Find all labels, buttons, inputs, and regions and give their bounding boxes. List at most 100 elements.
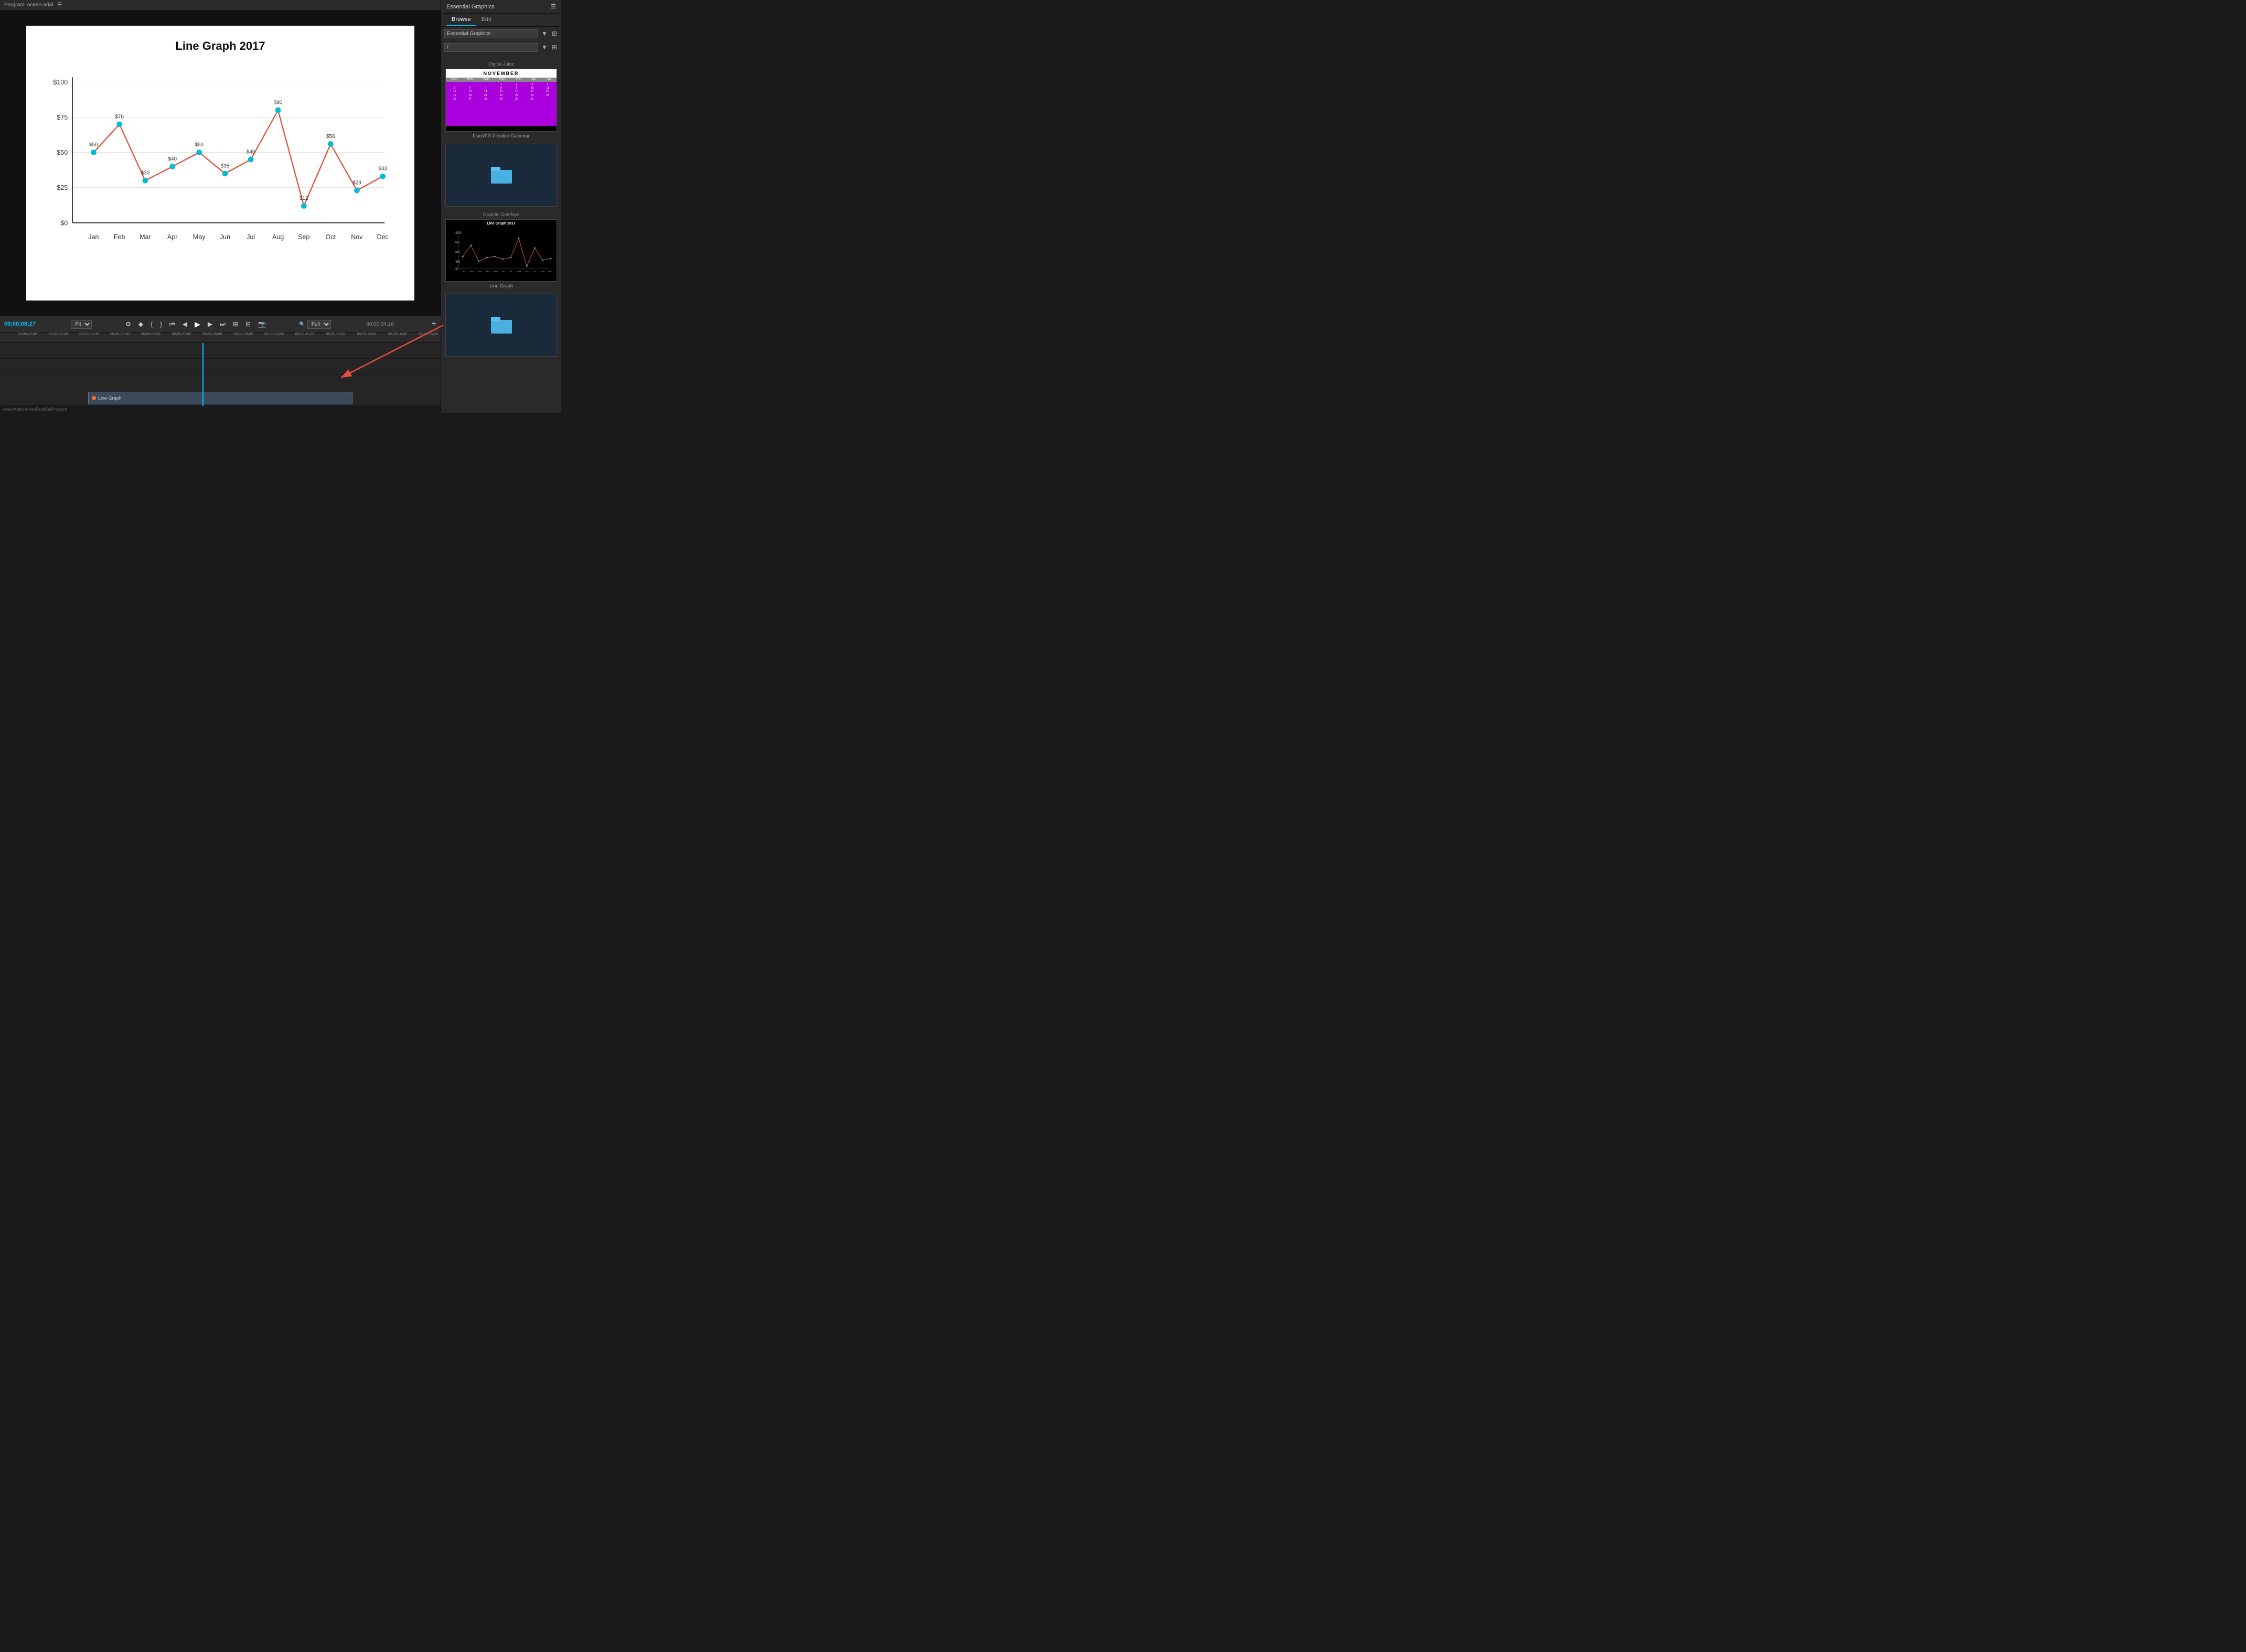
svg-text:May: May bbox=[193, 233, 206, 241]
svg-text:$25: $25 bbox=[57, 184, 68, 191]
time-mark-10: 00;00;11;00 bbox=[295, 332, 314, 336]
calendar-thumb: NOVEMBER SUNMONTUEWEDTHUFRISAT 1234 5678… bbox=[445, 69, 557, 132]
camera-btn[interactable]: 📷 bbox=[256, 319, 268, 329]
graphics-item-line-graph[interactable]: Line Graph 2017 $100 $75 $50 $25 $0 bbox=[445, 219, 557, 289]
track-row-1 bbox=[0, 343, 441, 359]
current-time-display: 00;00;08;27 bbox=[0, 321, 40, 327]
graphics-scroll[interactable]: Digital-Juice NOVEMBER SUNMONTUEWEDTHUFR… bbox=[441, 54, 561, 413]
svg-text:Nov: Nov bbox=[351, 233, 363, 241]
time-mark-11: 00;00;12;00 bbox=[326, 332, 346, 336]
insert-btn[interactable]: ⊞ bbox=[231, 319, 240, 329]
track-row-2 bbox=[0, 359, 441, 374]
panel-menu-icon[interactable]: ☰ bbox=[551, 3, 556, 10]
chart-area: $100 $75 $50 $25 $0 bbox=[42, 58, 399, 280]
svg-text:Feb: Feb bbox=[470, 270, 474, 272]
svg-text:$33: $33 bbox=[378, 166, 387, 172]
dropdown-menu-btn[interactable]: ▼ bbox=[540, 29, 549, 38]
svg-text:$56: $56 bbox=[326, 134, 335, 140]
mini-chart-svg: $100 $75 $50 $25 $0 bbox=[448, 227, 554, 273]
dropdown-2-menu-btn[interactable]: ▼ bbox=[540, 42, 549, 52]
tab-browse[interactable]: Browse bbox=[446, 14, 476, 26]
next-frame-btn[interactable]: ⏭ bbox=[218, 319, 228, 329]
svg-text:$75: $75 bbox=[455, 241, 460, 244]
svg-text:Jan: Jan bbox=[462, 270, 465, 272]
time-mark-7: 00;00;08;00 bbox=[202, 332, 222, 336]
timeline-ruler: 00;00;02;00 00;00;03;00 00;00;04;00 00;0… bbox=[0, 332, 441, 343]
graphics-item-calendar[interactable]: NOVEMBER SUNMONTUEWEDTHUFRISAT 1234 5678… bbox=[445, 69, 557, 138]
graphics-item-folder-1[interactable] bbox=[445, 144, 557, 207]
folder-2-icon bbox=[491, 317, 512, 334]
right-panel: Essential Graphics ☰ Browse Edit Essenti… bbox=[441, 0, 561, 413]
panel-tabs: Browse Edit bbox=[441, 14, 561, 27]
svg-text:$50: $50 bbox=[195, 142, 204, 148]
track-row-clip: Line Graph bbox=[0, 390, 441, 406]
add-btn[interactable]: + bbox=[430, 318, 438, 330]
time-mark-2: 00;00;03;00 bbox=[48, 332, 68, 336]
svg-text:$70: $70 bbox=[115, 114, 124, 120]
svg-text:May: May bbox=[494, 270, 498, 272]
status-bar: www.MotionArrayFinalCutPro.com bbox=[0, 406, 441, 413]
line-graph-mini: Line Graph 2017 $100 $75 $50 $25 $0 bbox=[446, 220, 557, 282]
tab-edit[interactable]: Edit bbox=[476, 14, 497, 26]
time-mark-14: 00;00;15;00 bbox=[419, 332, 438, 336]
step-fwd-btn[interactable]: ▶ bbox=[206, 319, 215, 329]
fit-select[interactable]: Fit bbox=[71, 320, 92, 329]
svg-text:$50: $50 bbox=[455, 251, 460, 254]
time-mark-12: 00;00;13;00 bbox=[357, 332, 376, 336]
prev-frame-btn[interactable]: ⏮ bbox=[167, 319, 177, 329]
time-mark-6: 00;00;07;00 bbox=[172, 332, 191, 336]
dropdown-2-settings-btn[interactable]: ⊞ bbox=[551, 42, 558, 52]
play-btn[interactable]: ▶ bbox=[192, 319, 202, 330]
chart-title: Line Graph 2017 bbox=[42, 37, 399, 53]
svg-text:Oct: Oct bbox=[533, 270, 537, 272]
svg-text:$40: $40 bbox=[168, 156, 177, 162]
svg-text:$45: $45 bbox=[247, 149, 255, 155]
svg-text:$25: $25 bbox=[455, 260, 460, 263]
main-layout: Program: ocean-arial ☰ Line Graph 2017 $… bbox=[0, 0, 561, 413]
timeline-clip[interactable]: Line Graph bbox=[88, 392, 352, 404]
marker-btn[interactable]: ◆ bbox=[136, 319, 145, 329]
cal-month: NOVEMBER bbox=[446, 69, 557, 78]
graphics-dropdown-2[interactable]: / bbox=[444, 43, 538, 52]
svg-text:$0: $0 bbox=[455, 267, 458, 271]
status-text: www.MotionArrayFinalCutPro.com bbox=[3, 407, 67, 412]
out-btn[interactable]: } bbox=[158, 319, 164, 329]
svg-text:$23: $23 bbox=[352, 180, 361, 186]
time-mark-3: 00;00;04;00 bbox=[79, 332, 99, 336]
controls-bar: 00;00;08;27 Fit ⚙ ◆ { } ⏮ ◀ ▶ ▶ ⏭ ⊞ ⊟ 📷 bbox=[0, 316, 441, 332]
dropdown-settings-btn[interactable]: ⊞ bbox=[551, 29, 558, 38]
settings-btn[interactable]: ⚙ bbox=[123, 319, 133, 329]
svg-text:Sep: Sep bbox=[298, 233, 309, 241]
cal-days-header: SUNMONTUEWEDTHUFRISAT bbox=[446, 78, 557, 82]
lgt-title: Line Graph 2017 bbox=[448, 222, 554, 226]
video-frame: Line Graph 2017 $100 $75 $50 $25 $0 bbox=[26, 26, 414, 301]
svg-text:Dec: Dec bbox=[377, 233, 388, 241]
left-panel: Program: ocean-arial ☰ Line Graph 2017 $… bbox=[0, 0, 441, 413]
program-monitor: Line Graph 2017 $100 $75 $50 $25 $0 bbox=[0, 10, 441, 316]
extract-btn[interactable]: ⊟ bbox=[243, 319, 253, 329]
svg-text:Nov: Nov bbox=[541, 270, 545, 272]
in-btn[interactable]: { bbox=[148, 319, 155, 329]
chart-container: Line Graph 2017 $100 $75 $50 $25 $0 bbox=[42, 37, 399, 289]
playhead[interactable] bbox=[202, 343, 204, 406]
panel-title: Essential Graphics bbox=[446, 4, 495, 10]
graphics-dropdown-1[interactable]: Essential Graphics bbox=[444, 29, 538, 38]
svg-text:$30: $30 bbox=[141, 170, 150, 176]
timeline-section: 00;00;02;00 00;00;03;00 00;00;04;00 00;0… bbox=[0, 332, 441, 413]
line-graph-thumb-outer: Line Graph 2017 $100 $75 $50 $25 $0 bbox=[445, 219, 557, 282]
svg-text:Mar: Mar bbox=[140, 233, 151, 241]
total-time-display: 00;00;04;16 bbox=[362, 321, 398, 327]
svg-text:Aug: Aug bbox=[272, 233, 284, 241]
svg-text:$12: $12 bbox=[300, 196, 308, 201]
graphics-item-folder-2[interactable] bbox=[445, 294, 557, 357]
step-back-btn[interactable]: ◀ bbox=[180, 319, 189, 329]
svg-text:$0: $0 bbox=[60, 219, 68, 227]
calendar-label: FluoVFX-Flexible-Calendar bbox=[445, 133, 557, 138]
quality-select[interactable]: Full bbox=[307, 320, 331, 329]
timeline-tracks-wrapper: Line Graph bbox=[0, 343, 441, 406]
time-mark-13: 00;00;14;00 bbox=[388, 332, 407, 336]
menu-icon[interactable]: ☰ bbox=[57, 2, 62, 8]
svg-text:Aug: Aug bbox=[517, 270, 521, 272]
svg-text:$75: $75 bbox=[57, 114, 68, 121]
dropdown-row-1: Essential Graphics ▼ ⊞ bbox=[441, 27, 561, 40]
